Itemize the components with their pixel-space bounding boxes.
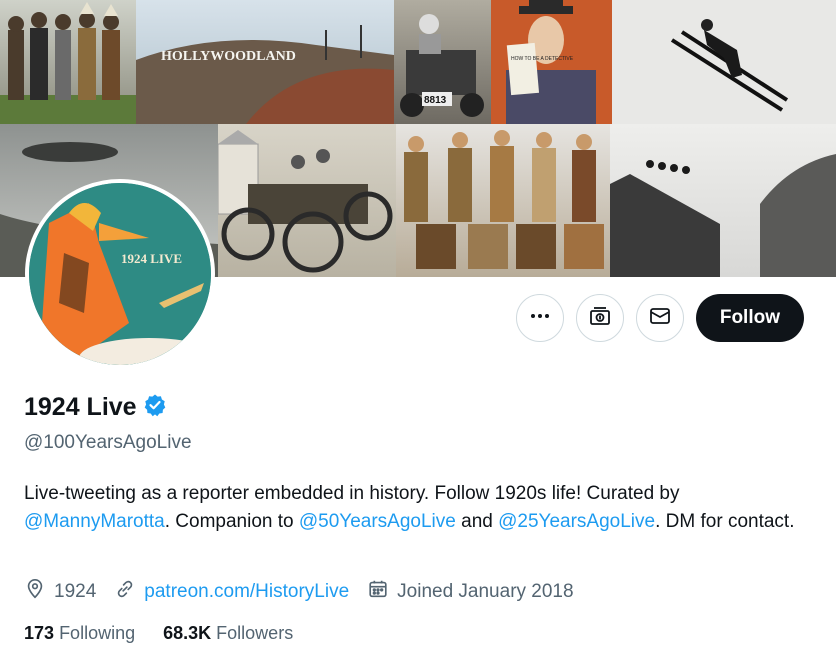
following-count: 173	[24, 623, 55, 643]
banner-photo-expedition-team	[396, 124, 610, 277]
followers-label: Followers	[216, 623, 294, 643]
website-link[interactable]: patreon.com/HistoryLive	[144, 581, 349, 603]
profile-bio: Live-tweeting as a reporter embedded in …	[24, 480, 814, 536]
follow-button[interactable]: Follow	[695, 294, 804, 342]
hollywoodland-sign-text: HOLLYWOODLAND	[161, 49, 296, 64]
bio-text: . Companion to	[164, 511, 299, 532]
book-cover-text: HOW TO BE A DETECTIVE	[511, 56, 574, 62]
calendar-icon	[367, 578, 389, 606]
location-pin-icon	[24, 578, 46, 606]
bio-text: and	[455, 511, 499, 532]
display-name: 1924 Live	[24, 393, 137, 421]
joined-item: Joined January 2018	[367, 578, 574, 606]
banner-photo-early-automobile	[218, 124, 396, 277]
banner-photo-buster-keaton: HOW TO BE A DETECTIVE	[491, 0, 612, 124]
mail-icon	[648, 304, 672, 333]
mention-link[interactable]: @25YearsAgoLive	[498, 511, 655, 532]
profile-actions: Follow	[515, 294, 804, 342]
banner-photo-ski-jump-crowd	[610, 124, 836, 277]
website-item: patreon.com/HistoryLive	[114, 578, 349, 606]
banner-photo-ski-jumper	[612, 0, 836, 124]
bio-text: . DM for contact.	[655, 511, 795, 532]
avatar-poster-text: 1924 LIVE	[121, 251, 182, 266]
following-link[interactable]: 173 Following	[24, 623, 135, 644]
license-plate-text: 8813	[424, 95, 447, 106]
bio-text: Live-tweeting as a reporter embedded in …	[24, 483, 680, 504]
banner-photo-vintage-car: 8813	[394, 0, 491, 124]
profile-meta: 1924 patreon.com/HistoryLive Joined Janu…	[24, 578, 574, 606]
joined-text: Joined January 2018	[397, 581, 574, 602]
message-button[interactable]	[635, 294, 684, 342]
subscribe-button[interactable]	[575, 294, 624, 342]
profile-name-row: 1924 Live	[24, 393, 167, 422]
mention-link[interactable]: @MannyMarotta	[24, 511, 165, 532]
mention-link[interactable]: @50YearsAgoLive	[299, 511, 456, 532]
followers-link[interactable]: 68.3K Followers	[163, 623, 293, 644]
verified-badge-icon[interactable]	[143, 393, 167, 422]
more-button[interactable]	[515, 294, 564, 342]
followers-count: 68.3K	[163, 623, 212, 643]
subscribe-icon	[588, 304, 612, 333]
following-label: Following	[59, 623, 136, 643]
profile-handle: @100YearsAgoLive	[24, 432, 192, 453]
profile-avatar[interactable]: 1924 LIVE	[25, 179, 215, 369]
banner-photo-hollywoodland: HOLLYWOODLAND	[136, 0, 394, 124]
location-text: 1924	[54, 581, 97, 602]
banner-photo-group	[0, 0, 136, 124]
follow-counts: 173 Following 68.3K Followers	[24, 623, 293, 644]
more-icon	[529, 305, 551, 332]
location-item: 1924	[24, 578, 96, 606]
link-icon	[114, 578, 136, 606]
